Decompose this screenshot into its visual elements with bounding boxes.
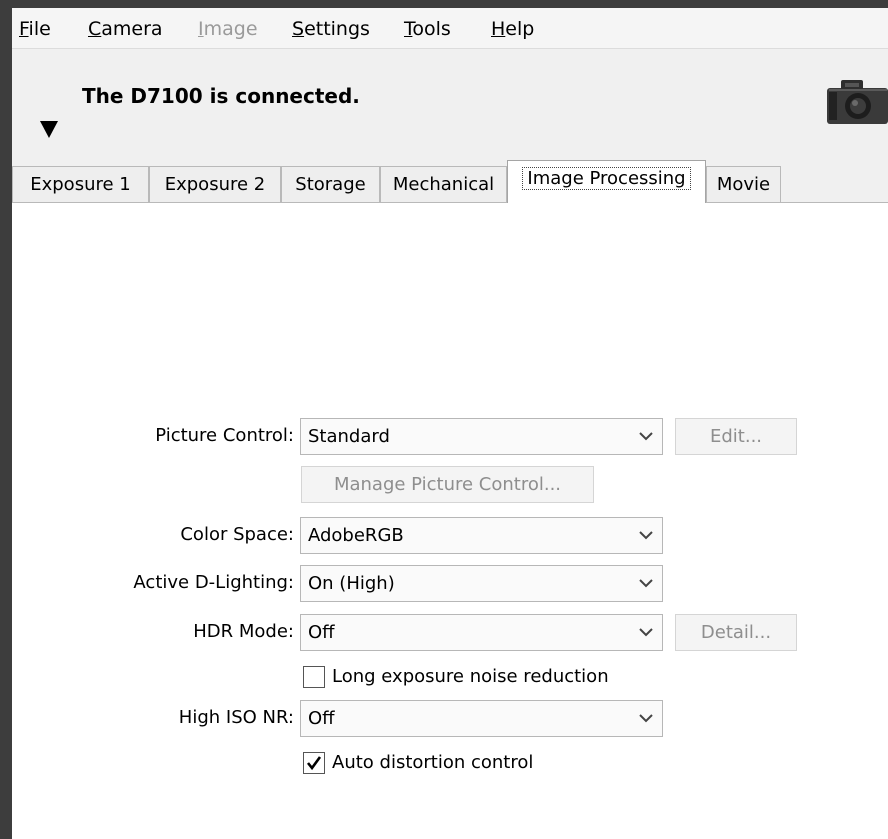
menubar: File Camera Image Settings Tools Help bbox=[12, 8, 888, 49]
high-iso-nr-value: Off bbox=[308, 708, 335, 729]
tab-mechanical[interactable]: Mechanical bbox=[380, 166, 507, 202]
menu-image[interactable]: Image bbox=[198, 16, 258, 42]
checkmark-icon bbox=[306, 756, 322, 771]
app-window: File Camera Image Settings Tools Help Th… bbox=[12, 8, 888, 839]
menu-help[interactable]: Help bbox=[491, 16, 534, 42]
manage-picture-control-button[interactable]: Manage Picture Control... bbox=[301, 466, 594, 503]
menu-tools[interactable]: Tools bbox=[404, 16, 451, 42]
menu-camera[interactable]: Camera bbox=[88, 16, 163, 42]
edit-picture-control-button[interactable]: Edit... bbox=[675, 418, 797, 455]
hdr-mode-select[interactable]: Off bbox=[300, 614, 663, 651]
tab-image-processing[interactable]: Image Processing bbox=[507, 160, 706, 203]
dropdown-chevron-icon bbox=[639, 531, 653, 540]
active-d-lighting-value: On (High) bbox=[308, 573, 395, 594]
menu-file[interactable]: File bbox=[19, 16, 51, 42]
hdr-mode-label: HDR Mode: bbox=[193, 621, 294, 642]
active-d-lighting-select[interactable]: On (High) bbox=[300, 565, 663, 602]
dropdown-chevron-icon bbox=[639, 628, 653, 637]
color-space-select[interactable]: AdobeRGB bbox=[300, 517, 663, 554]
collapse-triangle-icon[interactable] bbox=[40, 121, 58, 138]
tab-exposure-2[interactable]: Exposure 2 bbox=[149, 166, 281, 202]
dropdown-chevron-icon bbox=[639, 432, 653, 441]
auto-distortion-checkbox[interactable] bbox=[303, 752, 325, 774]
hdr-detail-button[interactable]: Detail... bbox=[675, 614, 797, 651]
camera-icon bbox=[825, 76, 888, 126]
menu-settings[interactable]: Settings bbox=[292, 16, 370, 42]
auto-distortion-label[interactable]: Auto distortion control bbox=[332, 751, 533, 775]
color-space-value: AdobeRGB bbox=[308, 525, 404, 546]
long-exposure-nr-label[interactable]: Long exposure noise reduction bbox=[332, 665, 609, 689]
tab-storage[interactable]: Storage bbox=[281, 166, 380, 202]
connection-status: The D7100 is connected. bbox=[82, 84, 360, 108]
tab-exposure-1[interactable]: Exposure 1 bbox=[12, 166, 149, 202]
dropdown-chevron-icon bbox=[639, 714, 653, 723]
high-iso-nr-select[interactable]: Off bbox=[300, 700, 663, 737]
tab-movie[interactable]: Movie bbox=[706, 166, 781, 202]
picture-control-value: Standard bbox=[308, 426, 390, 447]
picture-control-label: Picture Control: bbox=[155, 425, 294, 446]
long-exposure-nr-checkbox[interactable] bbox=[303, 666, 325, 688]
active-d-lighting-label: Active D-Lighting: bbox=[133, 572, 294, 593]
color-space-label: Color Space: bbox=[180, 524, 294, 545]
picture-control-select[interactable]: Standard bbox=[300, 418, 663, 455]
high-iso-nr-label: High ISO NR: bbox=[178, 707, 294, 728]
hdr-mode-value: Off bbox=[308, 622, 335, 643]
dropdown-chevron-icon bbox=[639, 579, 653, 588]
